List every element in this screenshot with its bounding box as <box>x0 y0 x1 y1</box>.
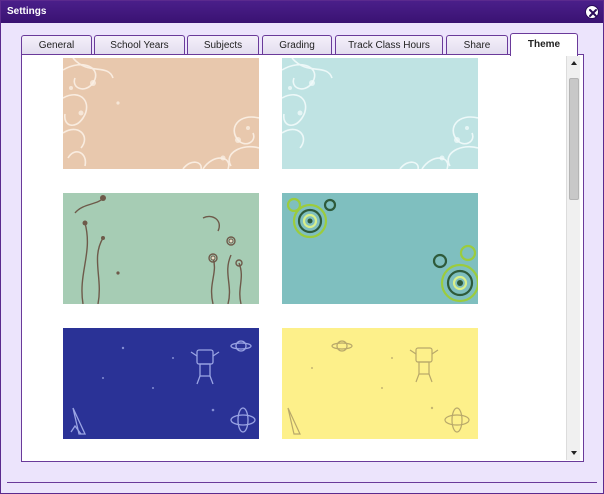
brown-flower-stems-icon <box>63 193 259 304</box>
robot-rocket-planet-icon <box>282 328 478 439</box>
robot-rocket-planet-icon <box>63 328 259 439</box>
green-concentric-circles-icon <box>282 193 478 304</box>
scroll-down-arrow-icon[interactable] <box>567 446 581 460</box>
close-icon[interactable] <box>585 5 599 19</box>
theme-thumbnail-teal-circles[interactable] <box>282 193 478 304</box>
theme-panel <box>21 54 584 462</box>
theme-thumbnail-yellow-robots[interactable] <box>282 328 478 439</box>
theme-thumbnail-peach-floral[interactable] <box>63 58 259 169</box>
theme-thumbnail-blue-robots[interactable] <box>63 328 259 439</box>
dialog-divider <box>7 482 597 483</box>
tab-general[interactable]: General <box>21 35 92 55</box>
tab-track-class-hours[interactable]: Track Class Hours <box>335 35 443 55</box>
tab-grading[interactable]: Grading <box>262 35 332 55</box>
settings-dialog: Settings General School Years Subjects G… <box>0 0 604 494</box>
dialog-title: Settings <box>7 6 47 17</box>
scrollbar-thumb[interactable] <box>569 78 579 200</box>
tab-subjects[interactable]: Subjects <box>187 35 259 55</box>
scroll-up-arrow-icon[interactable] <box>567 56 581 70</box>
tab-school-years[interactable]: School Years <box>94 35 185 55</box>
white-floral-swirl-icon <box>282 58 478 169</box>
tab-theme[interactable]: Theme <box>510 33 578 56</box>
title-bar[interactable]: Settings <box>1 1 603 23</box>
tab-share[interactable]: Share <box>446 35 508 55</box>
theme-gallery <box>22 55 566 461</box>
theme-thumbnail-green-flowers[interactable] <box>63 193 259 304</box>
theme-thumbnail-aqua-floral[interactable] <box>282 58 478 169</box>
white-floral-swirl-icon <box>63 58 259 169</box>
vertical-scrollbar[interactable] <box>566 56 580 460</box>
